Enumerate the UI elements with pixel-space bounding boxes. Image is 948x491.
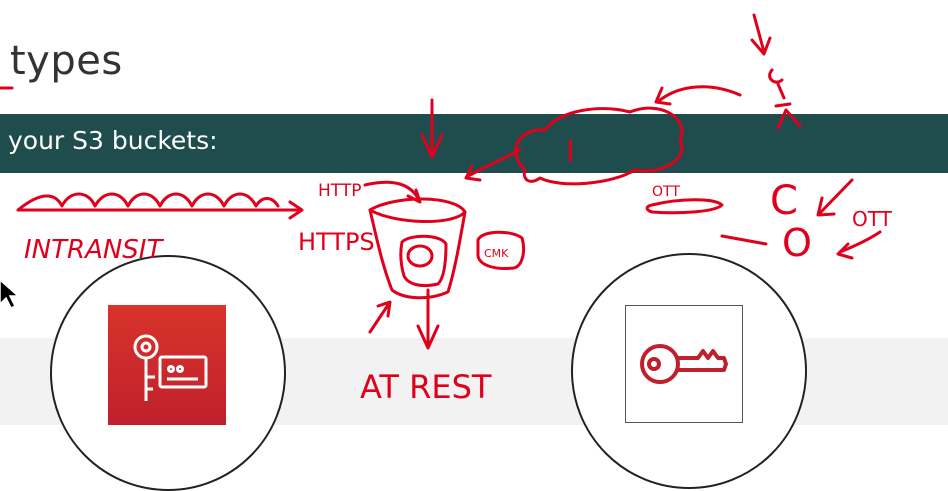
- bucket-inner-circle: [406, 244, 434, 268]
- ott-arrow-c: [816, 178, 854, 217]
- http-label: HTTP: [318, 181, 362, 201]
- down-arrow-user: [750, 13, 772, 56]
- ott-scribble: [645, 198, 724, 215]
- mouse-cursor-icon: [0, 280, 20, 310]
- small-up-arrow: [368, 300, 392, 334]
- letter-i-label: I: [566, 135, 575, 170]
- bucket-inner-box: [399, 234, 448, 288]
- bucket-rim: [368, 208, 467, 224]
- bucket-icon: [368, 197, 467, 300]
- in-transit-label: INTRANSIT: [24, 235, 164, 265]
- letter-o-label: O: [782, 221, 812, 265]
- cloud-to-bucket-arrow: [464, 148, 522, 182]
- cmk-label: CMK: [484, 247, 509, 260]
- down-arrow-top: [420, 98, 444, 159]
- at-rest-label: AT REST: [360, 368, 492, 406]
- https-label: HTTPS: [298, 228, 375, 256]
- ott-right-label: OTT: [852, 207, 893, 231]
- user-figure: [768, 68, 802, 130]
- ott-top-label: OTT: [652, 184, 680, 200]
- letter-c-label: C: [770, 178, 798, 224]
- ott-arrow-o: [836, 230, 882, 260]
- in-transit-arrow: [16, 192, 302, 212]
- top-right-arrow: [654, 85, 742, 106]
- ink-annotations: INTRANSIT HTTP HTTPS AT REST CMK OTT OTT…: [0, 13, 893, 406]
- cloud-loop: [514, 106, 684, 186]
- c-to-o-dash: [720, 234, 768, 246]
- http-arrow: [363, 180, 422, 204]
